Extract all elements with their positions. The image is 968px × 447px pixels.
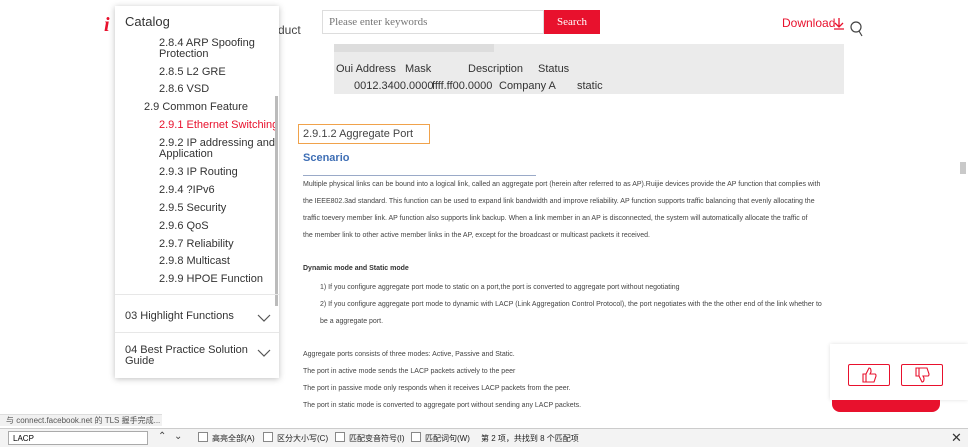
article-content: Oui Address Mask Description Status 0012…	[290, 44, 860, 424]
catalog-item[interactable]: 2.9.4 ?IPv6	[159, 184, 215, 196]
feedback-widget	[830, 344, 968, 400]
paragraph-line: Multiple physical links can be bound int…	[303, 181, 821, 188]
search-toggle-icon[interactable]	[850, 20, 864, 38]
thumbs-down-icon	[915, 367, 930, 383]
catalog-section-highlight-functions[interactable]: 03 Highlight Functions	[115, 294, 279, 332]
chevron-down-icon[interactable]	[257, 314, 271, 322]
nav-item-product[interactable]: duct	[278, 23, 301, 37]
catalog-scrollbar[interactable]	[275, 96, 278, 306]
catalog-section-best-practice[interactable]: 04 Best Practice Solution Guide	[115, 332, 279, 378]
code-cell: Company A	[499, 80, 556, 92]
catalog-item-active[interactable]: 2.9.1 Ethernet Switching	[159, 119, 278, 131]
catalog-item[interactable]: 2.9.7 Reliability	[159, 238, 234, 250]
match-case-checkbox[interactable]	[263, 432, 273, 442]
find-previous-icon[interactable]: ⌃	[158, 431, 166, 442]
paragraph-line: the IEEE802.3ad standard. This function …	[303, 198, 815, 205]
browser-status-text: 与 connect.facebook.net 的 TLS 握手完成...	[0, 414, 162, 426]
catalog-section-label: Guide	[125, 355, 155, 367]
page-scrollbar-thumb[interactable]	[960, 162, 966, 174]
search-field[interactable]	[322, 10, 544, 34]
code-col: Status	[538, 63, 570, 75]
body-text: Aggregate ports consists of three modes:…	[303, 351, 515, 358]
code-block: Oui Address Mask Description Status 0012…	[334, 44, 844, 94]
find-next-icon[interactable]: ⌄	[174, 431, 182, 442]
body-text: The port in static mode is converted to …	[303, 402, 582, 409]
catalog-item[interactable]: 2.9.6 QoS	[159, 220, 209, 232]
code-cell: ffff.ff00.0000	[432, 80, 493, 92]
download-icon[interactable]	[832, 16, 846, 30]
find-input[interactable]	[8, 431, 148, 445]
highlight-all-label[interactable]: 高亮全部(A)	[212, 433, 255, 444]
brand-logo[interactable]: i	[104, 15, 114, 35]
code-cut-line	[334, 44, 494, 52]
search-button[interactable]: Search	[544, 10, 600, 34]
catalog-item[interactable]: 2.9.9 HPOE Function	[159, 273, 263, 285]
paragraph-line: the member link to other active member l…	[303, 232, 650, 239]
list-item: 2) If you configure aggregate port mode …	[320, 301, 822, 308]
catalog-panel: Catalog 2.8.4 ARP Spoofing Protection 2.…	[115, 6, 279, 378]
catalog-section-label: 03 Highlight Functions	[125, 310, 234, 322]
list-item: 1) If you configure aggregate port mode …	[320, 284, 680, 291]
paragraph-line: traffic toevery member link. AP function…	[303, 215, 808, 222]
feedback-bar	[832, 400, 940, 412]
close-icon[interactable]: ✕	[951, 430, 962, 446]
code-cell: static	[577, 80, 603, 92]
catalog-item[interactable]: Application	[159, 148, 213, 160]
section-title-highlighted: 2.9.1.2 Aggregate Port	[298, 124, 430, 144]
code-col: Oui Address	[336, 63, 396, 75]
subheading: Dynamic mode and Static mode	[303, 265, 409, 272]
search-input[interactable]	[323, 11, 543, 33]
scenario-heading: Scenario	[303, 152, 350, 164]
catalog-item[interactable]: 2.9.5 Security	[159, 202, 226, 214]
body-text: The port in passive mode only responds w…	[303, 385, 571, 392]
catalog-title: Catalog	[125, 14, 170, 29]
whole-words-label[interactable]: 匹配词句(W)	[425, 433, 470, 444]
catalog-item[interactable]: 2.8.6 VSD	[159, 83, 209, 95]
match-case-label[interactable]: 区分大小写(C)	[277, 433, 328, 444]
chevron-down-icon[interactable]	[257, 349, 271, 357]
catalog-item[interactable]: 2.8.5 L2 GRE	[159, 66, 226, 78]
code-col: Mask	[405, 63, 432, 75]
catalog-item[interactable]: 2.9.8 Multicast	[159, 255, 230, 267]
match-diacritics-checkbox[interactable]	[335, 432, 345, 442]
catalog-item[interactable]: 2.9 Common Feature	[144, 101, 248, 113]
like-button[interactable]	[848, 364, 890, 386]
code-cell: 0012.3400.0000	[354, 80, 434, 92]
find-result-text: 第 2 项，共找到 8 个匹配项	[481, 434, 579, 443]
dislike-button[interactable]	[901, 364, 943, 386]
list-item: be a aggregate port.	[320, 318, 384, 325]
match-diacritics-label[interactable]: 匹配变音符号(I)	[349, 433, 405, 444]
whole-words-checkbox[interactable]	[411, 432, 421, 442]
thumbs-up-icon	[862, 367, 877, 383]
catalog-item[interactable]: 2.9.3 IP Routing	[159, 166, 238, 178]
catalog-item[interactable]: Protection	[159, 48, 209, 60]
body-text: The port in active mode sends the LACP p…	[303, 368, 516, 375]
find-bar: ⌃ ⌄ 高亮全部(A) 区分大小写(C) 匹配变音符号(I) 匹配词句(W) 第…	[0, 428, 968, 447]
highlight-all-checkbox[interactable]	[198, 432, 208, 442]
download-link[interactable]: Download	[782, 16, 835, 30]
code-col: Description	[468, 63, 524, 75]
